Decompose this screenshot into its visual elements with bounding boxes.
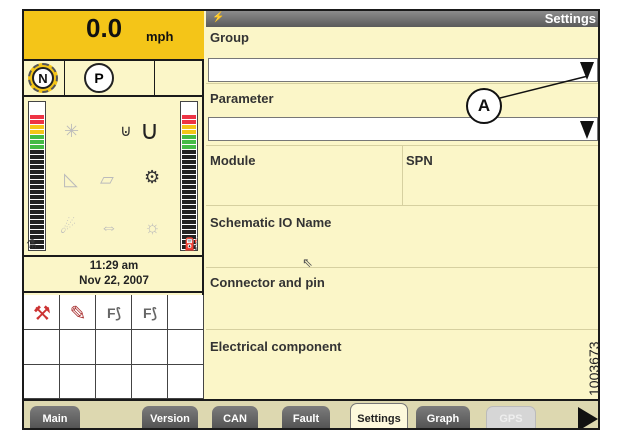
schematic-label: Schematic IO Name	[210, 215, 332, 230]
settings-form: Group Parameter Module SPN Schematic IO …	[206, 27, 598, 399]
mouse-cursor-icon: ⇖	[302, 255, 313, 270]
grid-cell	[168, 365, 204, 399]
tab-can[interactable]: CAN	[212, 406, 258, 428]
date-text: Nov 22, 2007	[79, 275, 149, 287]
parameter-dropdown[interactable]	[208, 117, 598, 141]
divider	[206, 205, 598, 206]
fan-speed-f2-icon[interactable]: F⟆	[134, 297, 166, 329]
electrical-label: Electrical component	[210, 339, 342, 354]
divider	[206, 83, 598, 84]
spn-label: SPN	[406, 153, 433, 168]
fan-speed-f-icon[interactable]: F⟆	[98, 297, 130, 329]
speed-display: 0.0 mph	[24, 11, 204, 61]
status-panel: 0.0 mph N P ✳ ⊍ ∪ ◺ ▱ ⚙ ☄ ⇔ ☼ ⚗ ⛽ 11:29 …	[24, 11, 204, 399]
header-icon: ⊍	[120, 123, 132, 140]
display-frame: 0.0 mph N P ✳ ⊍ ∪ ◺ ▱ ⚙ ☄ ⇔ ☼ ⚗ ⛽ 11:29 …	[22, 9, 600, 430]
divider	[206, 329, 598, 330]
next-page-arrow-icon[interactable]	[578, 407, 598, 428]
speed-unit: mph	[146, 29, 174, 44]
tilt-icon: ◺	[64, 169, 78, 189]
park-brake-icon: P	[84, 63, 114, 93]
divider	[154, 61, 155, 95]
figure-number: 1003673	[586, 341, 602, 396]
divider	[402, 145, 403, 205]
tractor-header-icon[interactable]: ⚒	[26, 297, 58, 329]
clock: 11:29 am Nov 22, 2007	[24, 255, 204, 293]
turn-signal-icon: ⇔	[100, 217, 118, 237]
callout-a: A	[466, 88, 502, 124]
grid-cell	[96, 365, 132, 399]
module-label: Module	[210, 153, 256, 168]
group-dropdown[interactable]	[208, 58, 598, 82]
group-label: Group	[210, 30, 249, 45]
grid-cell	[24, 365, 60, 399]
washer-icon: ☄	[60, 217, 77, 237]
time-text: 11:29 am	[89, 260, 139, 272]
tab-settings[interactable]: Settings	[350, 403, 408, 428]
parameter-label: Parameter	[210, 91, 274, 106]
indicator-area: ✳ ⊍ ∪ ◺ ▱ ⚙ ☄ ⇔ ☼	[50, 101, 176, 251]
tab-fault[interactable]: Fault	[282, 406, 330, 428]
page-title: Settings	[544, 11, 596, 26]
grid-cell	[60, 365, 96, 399]
reel-position-icon: ∪	[140, 115, 160, 145]
work-light-icon: ☼	[144, 217, 161, 237]
tab-main[interactable]: Main	[30, 406, 80, 428]
cog-one-icon: ⚙	[144, 167, 161, 187]
hydraulic-oil-icon: ⚗	[26, 237, 37, 251]
neutral-gear-icon: N	[28, 63, 58, 93]
grid-cell	[168, 295, 204, 330]
tab-bar: Main Version CAN Fault Settings Graph GP…	[24, 399, 598, 428]
tab-gps[interactable]: GPS	[486, 406, 536, 428]
grid-cell	[60, 330, 96, 365]
right-level-gauge	[180, 101, 198, 251]
chevron-down-icon[interactable]	[580, 62, 594, 80]
grid-cell	[96, 330, 132, 365]
divider	[64, 61, 65, 95]
left-level-gauge	[28, 101, 46, 251]
speed-value: 0.0	[86, 13, 123, 43]
grid-cell	[132, 365, 168, 399]
gear-row: N P	[24, 61, 204, 97]
fuel-icon: ⛽	[184, 237, 199, 251]
divider	[206, 145, 598, 146]
park-label: P	[94, 70, 104, 86]
connector-label: Connector and pin	[210, 275, 325, 290]
diagnostic-tool-icon[interactable]: ✎	[62, 297, 94, 329]
gear-label: N	[32, 67, 54, 89]
chevron-down-icon[interactable]	[580, 121, 594, 139]
settings-header: ⚡ Settings	[206, 11, 598, 27]
grid-cell	[168, 330, 204, 365]
grid-cell	[24, 330, 60, 365]
tab-graph[interactable]: Graph	[416, 406, 470, 428]
tractor-logo-icon: ⚡	[212, 12, 225, 23]
knife-icon: ▱	[100, 169, 114, 189]
tab-version[interactable]: Version	[142, 406, 198, 428]
grid-cell	[132, 330, 168, 365]
fan-icon: ✳	[64, 121, 80, 141]
divider	[206, 267, 598, 268]
